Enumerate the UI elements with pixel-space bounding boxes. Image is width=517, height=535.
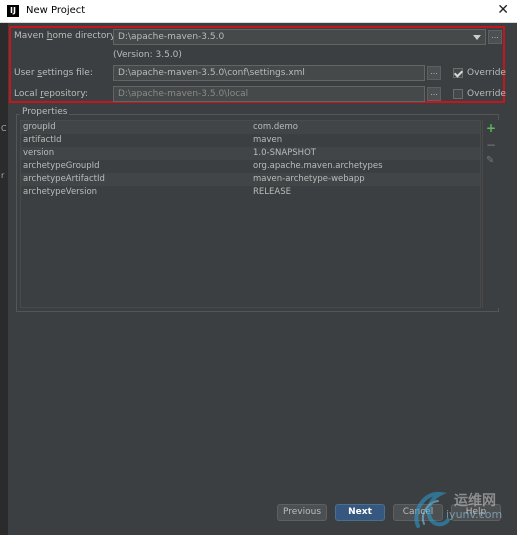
table-row[interactable]: archetypeVersion RELEASE [21, 186, 480, 199]
property-key: archetypeVersion [23, 187, 98, 197]
property-value: maven [253, 135, 283, 145]
site-watermark-logo: 运维网 iyunv.com [410, 486, 515, 532]
previous-button[interactable]: Previous [277, 504, 327, 521]
chevron-down-icon[interactable] [473, 35, 481, 40]
local-repository-browse-button[interactable]: ... [427, 87, 441, 101]
intellij-app-icon: IJ [7, 5, 19, 17]
maven-home-value: D:\apache-maven-3.5.0 [118, 32, 225, 42]
maven-home-combo[interactable]: D:\apache-maven-3.5.0 [113, 29, 486, 45]
watermark-cn-text: 运维网 [454, 493, 496, 509]
close-icon[interactable]: ✕ [497, 2, 509, 18]
property-value: com.demo [253, 122, 298, 132]
local-repository-label: Local repository: [14, 89, 89, 99]
user-settings-browse-button[interactable]: ... [427, 66, 441, 80]
properties-toolbar: + − ✎ [482, 120, 499, 308]
table-row[interactable]: artifactId maven [21, 134, 480, 147]
next-button[interactable]: Next [335, 504, 385, 521]
local-repository-override-label: Override [467, 89, 506, 99]
table-row[interactable]: archetypeArtifactId maven-archetype-weba… [21, 173, 480, 186]
maven-version-text: (Version: 3.5.0) [113, 50, 182, 60]
property-key: artifactId [23, 135, 62, 145]
property-key: version [23, 148, 55, 158]
maven-home-label: Maven home directory: [14, 31, 118, 41]
edit-icon[interactable]: ✎ [486, 155, 494, 166]
table-row[interactable]: archetypeGroupId org.apache.maven.archet… [21, 160, 480, 173]
window-titlebar: IJ New Project ✕ [0, 0, 517, 23]
background-text: r [1, 171, 5, 180]
add-icon[interactable]: + [486, 121, 496, 135]
watermark-url-text: iyunv.com [446, 508, 503, 521]
property-value: org.apache.maven.archetypes [253, 161, 383, 171]
local-repository-override-checkbox[interactable] [453, 89, 463, 99]
property-key: archetypeGroupId [23, 161, 100, 171]
background-text: C [1, 124, 7, 133]
property-key: groupId [23, 122, 56, 132]
property-value: 1.0-SNAPSHOT [253, 148, 316, 158]
maven-home-browse-button[interactable]: ... [488, 30, 502, 44]
property-value: RELEASE [253, 187, 291, 197]
user-settings-override-checkbox[interactable] [453, 68, 463, 78]
table-row[interactable]: groupId com.demo [21, 121, 480, 134]
property-value: maven-archetype-webapp [253, 174, 365, 184]
user-settings-field[interactable]: D:\apache-maven-3.5.0\conf\settings.xml [113, 65, 425, 81]
user-settings-label: User settings file: [14, 68, 93, 78]
properties-table[interactable]: groupId com.demo artifactId maven versio… [20, 120, 481, 308]
properties-title: Properties [20, 107, 70, 117]
local-repository-field[interactable]: D:\apache-maven-3.5.0\local [113, 86, 425, 102]
remove-icon[interactable]: − [486, 138, 496, 152]
user-settings-override-label: Override [467, 68, 506, 78]
window-title: New Project [26, 5, 86, 16]
background-window-strip: C r [0, 23, 8, 535]
property-key: archetypeArtifactId [23, 174, 105, 184]
table-row[interactable]: version 1.0-SNAPSHOT [21, 147, 480, 160]
